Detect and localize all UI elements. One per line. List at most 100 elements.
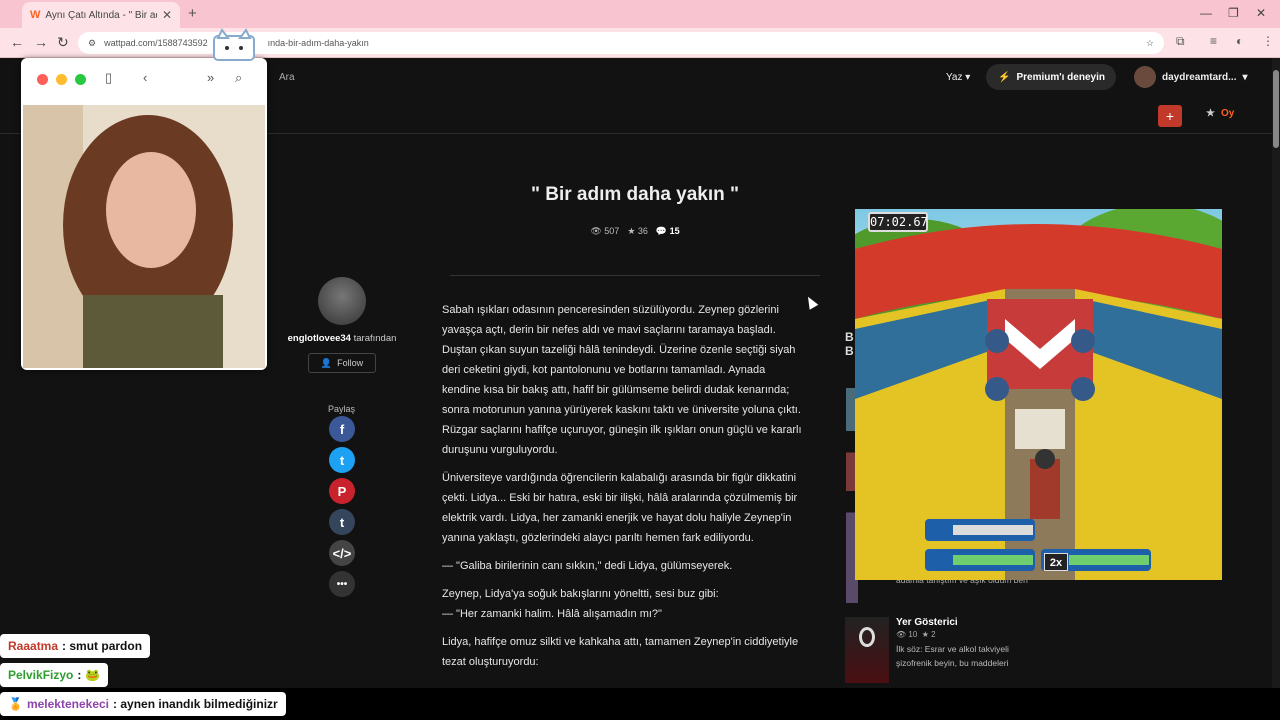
votes-stat: ★ 36 [627,226,648,237]
mouse-cursor-icon [803,294,819,310]
game-timer: 07:02.67 [868,212,928,232]
comment-icon: 💬 [655,226,668,236]
chat-message: 🏅 melektenekeci : aynen inandık bilmediğ… [0,692,286,716]
chat-message: Raaatma : smut pardon [0,634,151,658]
add-to-list-button[interactable]: + [1158,105,1182,127]
votes-count: 36 [637,226,648,236]
close-window-icon[interactable]: ✕ [1256,6,1266,20]
write-menu[interactable]: Yaz ▾ [946,72,970,83]
vote-button[interactable]: ★ Oy [1206,108,1234,119]
eye-icon: 👁 [590,226,602,236]
sidebar-toggle-icon[interactable]: ▯ [105,70,112,86]
share-label: Paylaş [328,404,356,414]
cat-sticker [213,28,255,61]
search-label[interactable]: Ara [279,72,295,83]
chat-text: : [77,668,82,682]
pinterest-share-icon[interactable]: P [329,478,355,504]
maximize-dot-icon[interactable] [75,74,86,85]
comments-stat[interactable]: 💬 15 [656,226,680,237]
tab-title: Aynı Çatı Altında - " Bir adım da [45,9,157,21]
follow-button[interactable]: 👤 Follow [308,353,376,373]
page-scrollbar[interactable] [1272,58,1280,688]
story-paragraph: Sabah ışıkları odasının penceresinden sü… [442,304,802,456]
story-paragraph: — "Galiba birilerinin canı sıkkın," dedi… [442,560,733,572]
reload-icon[interactable]: ↻ [57,34,69,51]
minimize-icon[interactable]: — [1200,6,1212,20]
chevron-down-icon: ▾ [1242,71,1248,83]
user-menu[interactable]: daydreamtard... ▾ [1134,66,1248,88]
star-icon: ★ [1206,108,1215,119]
related-votes: 2 [931,630,936,639]
story-paragraph: Lidya, hafifçe omuz silkti ve kahkaha at… [442,636,799,668]
embed-share-icon[interactable]: </> [329,540,355,566]
related-story-stats: 👁 10 ★ 2 [896,630,936,639]
story-title: " Bir adım daha yakın " [530,184,740,205]
tumblr-share-icon[interactable]: t [329,509,355,535]
author-name[interactable]: englotlovee34 [288,333,351,344]
follow-label: Follow [337,358,364,368]
back-arrow-icon[interactable]: ‹ [143,70,147,85]
address-bar-row: ← → ↻ ⚙ wattpad.com/1588743592 ında-bir-… [0,28,1280,58]
author-avatar[interactable] [318,277,366,325]
chat-message: PelvikFizyo : 🐸 [0,663,109,687]
eye-illustration [859,627,875,647]
back-icon[interactable]: ← [10,34,24,50]
chat-username: PelvikFizyo [8,668,74,682]
star-icon: ★ [921,630,929,639]
eye-icon: 👁 [896,630,907,639]
reading-list-icon[interactable]: ≡ [1210,34,1217,48]
story-paragraph: Zeynep, Lidya'ya soğuk bakışlarını yönel… [442,588,719,600]
sidebar-heading-fragment: B [845,344,854,358]
game-scene [855,209,1222,580]
profile-icon[interactable]: ◐ [1236,34,1243,48]
browser-tab-bar: W Aynı Çatı Altında - " Bir adım da ✕ + … [0,0,1280,28]
divider [450,275,820,276]
comments-count: 15 [669,226,680,236]
author-suffix: tarafından [350,333,397,344]
forward-arrows-icon[interactable]: » [207,70,214,85]
related-reads: 10 [908,630,918,639]
chat-username: Raaatma [8,639,59,653]
story-paragraph: Üniversiteye vardığında öğrencilerin kal… [442,472,798,544]
search-icon[interactable]: ⌕ [235,70,242,86]
related-story-cover[interactable] [845,617,889,683]
multiplier-badge: 2x [1044,553,1068,571]
author-line: englotlovee34 tarafından [280,333,404,344]
chat-text: : aynen inandık bilmediğinizr [113,697,278,711]
frog-emote-icon: 🐸 [85,668,101,682]
browser-tab[interactable]: W Aynı Çatı Altında - " Bir adım da ✕ [22,2,180,28]
twitter-share-icon[interactable]: t [329,447,355,473]
username: daydreamtard... [1162,71,1237,83]
star-icon: ★ [627,226,636,236]
more-options-icon[interactable]: ••• [329,571,355,597]
badge-icon: 🏅 [8,697,23,711]
premium-label: Premium'ı deneyin [1016,71,1105,83]
wattpad-tab-icon: W [30,9,41,21]
related-story-description: İlk söz: Esrar ve alkol takviyeli şizofr… [896,644,1009,668]
story-stats: 👁 507 ★ 36 💬 15 [560,226,710,237]
related-story-title[interactable]: Yer Gösterici [896,617,958,628]
extensions-icon[interactable]: ⧉ [1176,34,1185,49]
avatar [1134,66,1156,88]
bookmark-star-icon[interactable]: ☆ [1146,38,1154,49]
premium-button[interactable]: ⚡ Premium'ı deneyin [986,64,1116,90]
new-tab-icon[interactable]: + [188,5,197,22]
add-user-icon: 👤 [320,357,333,368]
url-prefix: wattpad.com/1588743592 [104,38,208,48]
chat-text: : smut pardon [62,639,143,653]
facebook-share-icon[interactable]: f [329,416,355,442]
webcam-image [23,105,265,368]
close-dot-icon[interactable] [37,74,48,85]
minimize-dot-icon[interactable] [56,74,67,85]
url-suffix: ında-bir-adım-daha-yakın [267,38,369,48]
story-body: Sabah ışıkları odasının penceresinden sü… [442,300,804,680]
window-controls [37,74,86,85]
site-info-icon[interactable]: ⚙ [88,38,96,49]
scrollbar-thumb[interactable] [1273,70,1279,148]
vote-label: Oy [1220,108,1235,119]
reads-stat: 👁 507 [590,226,619,237]
maximize-icon[interactable]: ❐ [1228,6,1239,20]
close-tab-icon[interactable]: ✕ [162,8,172,22]
forward-icon[interactable]: → [34,34,48,50]
menu-icon[interactable]: ⋮ [1262,34,1274,48]
